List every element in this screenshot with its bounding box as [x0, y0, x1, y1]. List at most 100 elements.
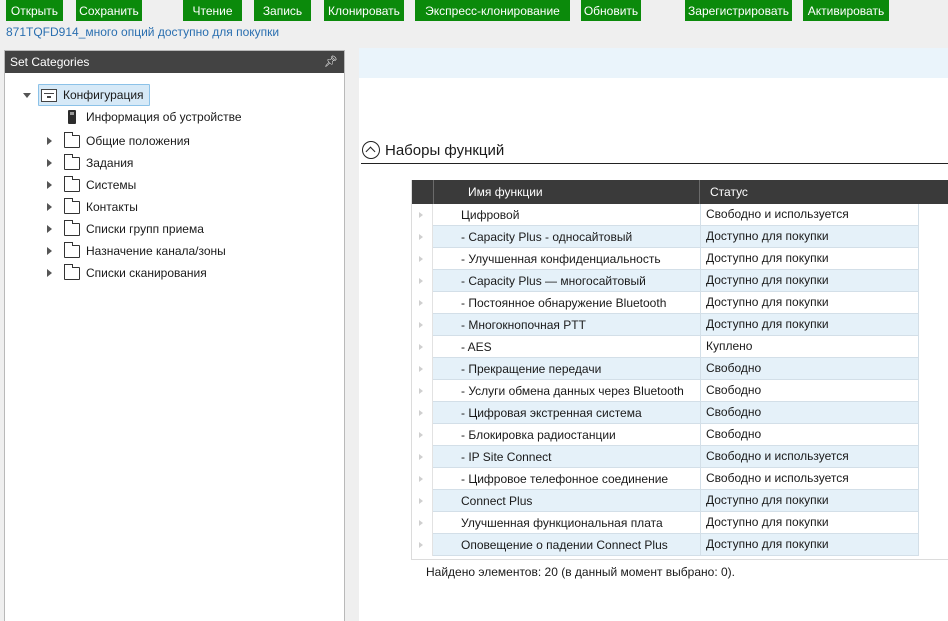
- row-selector-icon[interactable]: [412, 248, 433, 270]
- feature-status-cell: Свободно и используется: [700, 446, 849, 467]
- device-info-link[interactable]: 871TQFD914_много опций доступно для поку…: [6, 25, 279, 39]
- expand-down-icon[interactable]: [23, 90, 33, 100]
- row-data: - Capacity Plus - односайтовый Доступно д…: [433, 226, 919, 248]
- feature-sets-section-header[interactable]: Наборы функций: [362, 141, 504, 159]
- tree-item-device-info[interactable]: Информация об устройстве: [68, 106, 242, 128]
- folder-icon: [64, 219, 80, 236]
- open-button[interactable]: Открыть: [6, 0, 63, 21]
- column-header-name[interactable]: Имя функции: [468, 185, 543, 199]
- feature-name-cell: - Услуги обмена данных через Bluetooth: [461, 384, 684, 398]
- expand-right-icon[interactable]: [45, 224, 55, 234]
- table-row[interactable]: Оповещение о падении Connect Plus Доступн…: [412, 534, 948, 556]
- feature-name-cell: Connect Plus: [461, 494, 533, 508]
- tree-item-folder[interactable]: Списки групп приема: [45, 218, 204, 240]
- table-row[interactable]: - IP Site Connect Свободно и используется: [412, 446, 948, 468]
- row-data: - Цифровое телефонное соединение Свободно…: [433, 468, 919, 490]
- feature-name-cell: - Прекращение передачи: [461, 362, 602, 376]
- feature-name-cell: - Улучшенная конфиденциальность: [461, 252, 661, 266]
- tree-item-configuration[interactable]: Конфигурация: [23, 84, 144, 106]
- update-button[interactable]: Обновить: [581, 0, 641, 21]
- table-row[interactable]: - Цифровая экстренная система Свободно: [412, 402, 948, 424]
- folder-icon: [64, 131, 80, 148]
- expand-right-icon[interactable]: [45, 180, 55, 190]
- collapse-up-icon[interactable]: [362, 141, 380, 159]
- tree-label-configuration: Конфигурация: [63, 88, 144, 102]
- feature-sets-title: Наборы функций: [385, 141, 505, 159]
- write-button[interactable]: Запись: [254, 0, 311, 21]
- table-row[interactable]: - Услуги обмена данных через Bluetooth Св…: [412, 380, 948, 402]
- feature-status-cell: Доступно для покупки: [700, 226, 829, 247]
- table-row[interactable]: - Блокировка радиостанции Свободно: [412, 424, 948, 446]
- tree-item-folder[interactable]: Назначение канала/зоны: [45, 240, 226, 262]
- table-row[interactable]: - AES Куплено: [412, 336, 948, 358]
- row-data: - Улучшенная конфиденциальность Доступно …: [433, 248, 919, 270]
- register-button[interactable]: Зарегистрировать: [685, 0, 792, 21]
- row-selector-icon[interactable]: [412, 314, 433, 336]
- column-header-status[interactable]: Статус: [710, 185, 748, 199]
- expand-right-icon[interactable]: [45, 246, 55, 256]
- row-selector-icon[interactable]: [412, 512, 433, 534]
- tree-item-folder[interactable]: Контакты: [45, 196, 138, 218]
- right-top-bar: [359, 48, 948, 78]
- tree-item-folder[interactable]: Общие положения: [45, 130, 190, 152]
- tree-item-folder[interactable]: Задания: [45, 152, 133, 174]
- feature-status-cell: Свободно: [700, 380, 761, 401]
- row-selector-icon[interactable]: [412, 358, 433, 380]
- table-row[interactable]: Улучшенная функциональная плата Доступно …: [412, 512, 948, 534]
- tree-item-folder[interactable]: Системы: [45, 174, 136, 196]
- row-data: Цифровой Свободно и используется: [433, 204, 919, 226]
- table-row[interactable]: - Capacity Plus - односайтовый Доступно д…: [412, 226, 948, 248]
- expand-right-icon[interactable]: [45, 268, 55, 278]
- expand-right-icon[interactable]: [45, 158, 55, 168]
- row-selector-icon[interactable]: [412, 380, 433, 402]
- tree-label-folder: Списки сканирования: [86, 266, 207, 280]
- feature-status-cell: Доступно для покупки: [700, 512, 829, 533]
- row-selector-icon[interactable]: [412, 226, 433, 248]
- expand-right-icon[interactable]: [45, 202, 55, 212]
- table-header: Имя функции Статус: [412, 180, 948, 204]
- save-button[interactable]: Сохранить: [76, 0, 142, 21]
- row-selector-icon[interactable]: [412, 424, 433, 446]
- row-selector-icon[interactable]: [412, 534, 433, 556]
- folder-icon: [64, 175, 80, 192]
- row-selector-icon[interactable]: [412, 446, 433, 468]
- table-row[interactable]: - Цифровое телефонное соединение Свободно…: [412, 468, 948, 490]
- row-data: - Постоянное обнаружение Bluetooth Доступ…: [433, 292, 919, 314]
- table-row[interactable]: - Прекращение передачи Свободно: [412, 358, 948, 380]
- tree-label-folder: Системы: [86, 178, 137, 192]
- row-selector-icon[interactable]: [412, 336, 433, 358]
- feature-name-cell: - AES: [461, 340, 492, 354]
- row-data: Оповещение о падении Connect Plus Доступн…: [433, 534, 919, 556]
- tree-item-folder[interactable]: Списки сканирования: [45, 262, 207, 284]
- table-row[interactable]: Connect Plus Доступно для покупки: [412, 490, 948, 512]
- clone-button[interactable]: Клонировать: [324, 0, 404, 21]
- table-row[interactable]: Цифровой Свободно и используется: [412, 204, 948, 226]
- feature-name-cell: Оповещение о падении Connect Plus: [461, 538, 668, 552]
- row-selector-icon[interactable]: [412, 402, 433, 424]
- row-selector-icon[interactable]: [412, 292, 433, 314]
- row-selector-icon[interactable]: [412, 490, 433, 512]
- feature-table: Имя функции Статус Цифровой Свободно и ис…: [411, 180, 948, 560]
- table-row[interactable]: - Capacity Plus — многосайтовый Доступно …: [412, 270, 948, 292]
- express-clone-button[interactable]: Экспресс-клонирование: [415, 0, 570, 21]
- feature-name-cell: - Блокировка радиостанции: [461, 428, 616, 442]
- feature-name-cell: - Многокнопочная PTT: [461, 318, 586, 332]
- folder-icon: [64, 153, 80, 170]
- row-selector-icon[interactable]: [412, 468, 433, 490]
- items-found-count: Найдено элементов: 20 (в данный момент в…: [426, 565, 735, 579]
- activate-button[interactable]: Активировать: [803, 0, 889, 21]
- header-divider: [699, 180, 700, 204]
- row-data: - Capacity Plus — многосайтовый Доступно …: [433, 270, 919, 292]
- row-selector-icon[interactable]: [412, 204, 433, 226]
- feature-name-cell: - IP Site Connect: [461, 450, 552, 464]
- table-row[interactable]: - Многокнопочная PTT Доступно для покупки: [412, 314, 948, 336]
- read-button[interactable]: Чтение: [183, 0, 242, 21]
- table-row[interactable]: - Улучшенная конфиденциальность Доступно …: [412, 248, 948, 270]
- feature-name-cell: Цифровой: [461, 208, 520, 222]
- feature-status-cell: Доступно для покупки: [700, 534, 829, 555]
- expand-right-icon[interactable]: [45, 136, 55, 146]
- row-selector-icon[interactable]: [412, 270, 433, 292]
- pin-icon[interactable]: 📌︎: [324, 51, 338, 73]
- table-row[interactable]: - Постоянное обнаружение Bluetooth Доступ…: [412, 292, 948, 314]
- folder-icon: [64, 241, 80, 258]
